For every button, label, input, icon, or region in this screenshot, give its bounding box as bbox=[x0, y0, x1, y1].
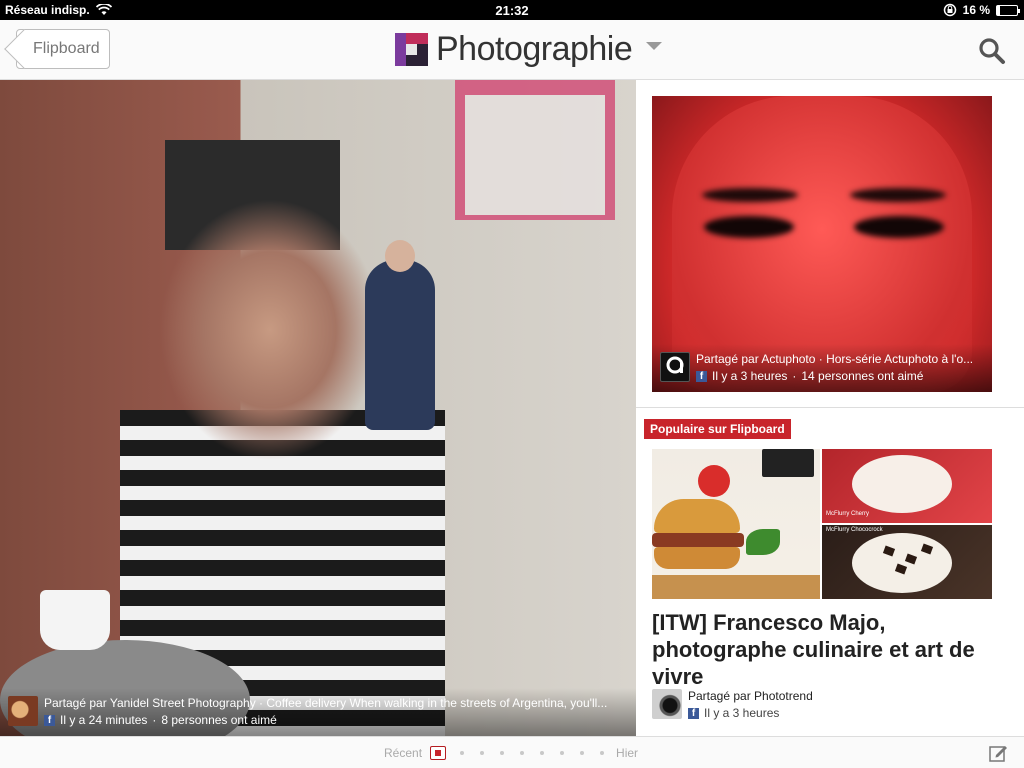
photo-brow-right bbox=[850, 188, 946, 202]
page-dot bbox=[600, 751, 605, 755]
facebook-icon: f bbox=[696, 370, 707, 382]
popular-article-meta: f Il y a 3 heures bbox=[688, 706, 779, 720]
pager-older-label: Hier bbox=[616, 746, 639, 760]
page-dot bbox=[480, 751, 485, 755]
popular-article-image[interactable]: McFlurry Cherry McFlurry Chococrock bbox=[652, 449, 992, 599]
meta-separator: · bbox=[152, 713, 157, 727]
main-article-caption: Partagé par Yanidel Street Photography ·… bbox=[0, 688, 636, 736]
bottom-bar: Récent Hier bbox=[0, 736, 1024, 768]
phototrend-avatar bbox=[652, 689, 682, 719]
photo-eye-left bbox=[704, 216, 794, 238]
popular-article-title[interactable]: [ITW] Francesco Majo, photographe culina… bbox=[652, 609, 1002, 690]
page-dot bbox=[580, 751, 585, 755]
page-dot bbox=[520, 751, 525, 755]
section-divider bbox=[636, 407, 1024, 408]
side-article-time: Il y a 3 heures bbox=[712, 369, 788, 383]
mcflurry-chococrock-photo: McFlurry Chococrock bbox=[822, 525, 992, 599]
top-bar: Flipboard Photographie bbox=[0, 20, 1024, 80]
main-article-card[interactable]: Partagé par Yanidel Street Photography ·… bbox=[0, 80, 636, 736]
back-button-label: Flipboard bbox=[33, 40, 100, 57]
search-icon[interactable] bbox=[978, 37, 1006, 65]
collage-label: McFlurry Chococrock bbox=[826, 527, 883, 533]
rotation-lock-icon bbox=[943, 3, 956, 17]
source-avatar bbox=[8, 696, 38, 726]
page-indicator[interactable]: Récent Hier bbox=[384, 746, 638, 760]
popular-article-time: Il y a 3 heures bbox=[704, 706, 780, 720]
main-article-source: Partagé par Yanidel Street Photography ·… bbox=[44, 696, 608, 710]
facebook-icon: f bbox=[688, 707, 699, 719]
battery-percent: 16 % bbox=[962, 3, 990, 17]
page-dot bbox=[540, 751, 545, 755]
main-article-time: Il y a 24 minutes bbox=[60, 713, 148, 727]
flipboard-logo-icon bbox=[395, 33, 428, 66]
popular-badge: Populaire sur Flipboard bbox=[644, 419, 791, 439]
main-article-meta: f Il y a 24 minutes · 8 personnes ont ai… bbox=[44, 713, 277, 727]
flipboard-app: Flipboard Photographie Partagé par Yanid… bbox=[0, 20, 1024, 768]
side-article-meta: f Il y a 3 heures · 14 personnes ont aim… bbox=[696, 369, 923, 383]
clock: 21:32 bbox=[495, 3, 529, 18]
photo-brow-left bbox=[702, 188, 798, 202]
photo-storefront bbox=[455, 80, 615, 220]
status-bar: Réseau indisp. 21:32 16 % bbox=[0, 0, 1024, 20]
compose-icon[interactable] bbox=[988, 743, 1008, 763]
page-title: Photographie bbox=[436, 30, 633, 68]
facebook-icon: f bbox=[44, 714, 55, 726]
photo-cup bbox=[40, 590, 110, 650]
dropdown-caret-icon bbox=[646, 41, 663, 50]
meta-separator: · bbox=[792, 369, 797, 383]
battery-level bbox=[997, 5, 1001, 15]
pager-recent-label: Récent bbox=[384, 746, 423, 760]
promo-badge-icon bbox=[698, 465, 730, 497]
side-article-likes: 14 personnes ont aimé bbox=[801, 369, 924, 383]
actuphoto-logo-icon bbox=[666, 356, 684, 374]
main-article-likes: 8 personnes ont aimé bbox=[161, 713, 277, 727]
page-dot bbox=[460, 751, 465, 755]
basil-leaf-icon bbox=[746, 529, 780, 555]
photo-eye-right bbox=[854, 216, 944, 238]
mcflurry-cherry-photo: McFlurry Cherry bbox=[822, 449, 992, 523]
collage-label: McFlurry Cherry bbox=[826, 511, 869, 517]
actuphoto-avatar bbox=[660, 352, 690, 382]
page-dot bbox=[500, 751, 505, 755]
popular-article-source: Partagé par Phototrend bbox=[688, 689, 813, 703]
page-dot bbox=[560, 751, 565, 755]
section-title-dropdown[interactable]: Photographie bbox=[395, 30, 663, 69]
back-button[interactable]: Flipboard bbox=[16, 29, 110, 69]
side-article-source: Partagé par Actuphoto · Hors-série Actup… bbox=[696, 352, 974, 366]
side-article-caption: Partagé par Actuphoto · Hors-série Actup… bbox=[652, 344, 992, 392]
battery-icon bbox=[996, 4, 1020, 16]
status-right: 16 % bbox=[943, 3, 1020, 17]
photo-pedestrian bbox=[365, 240, 435, 430]
side-article-card[interactable]: Partagé par Actuphoto · Hors-série Actup… bbox=[652, 96, 992, 392]
current-page-marker bbox=[430, 746, 447, 760]
burger-photo bbox=[652, 449, 820, 599]
right-column: Partagé par Actuphoto · Hors-série Actup… bbox=[636, 80, 1024, 736]
menu-sign bbox=[762, 449, 814, 477]
